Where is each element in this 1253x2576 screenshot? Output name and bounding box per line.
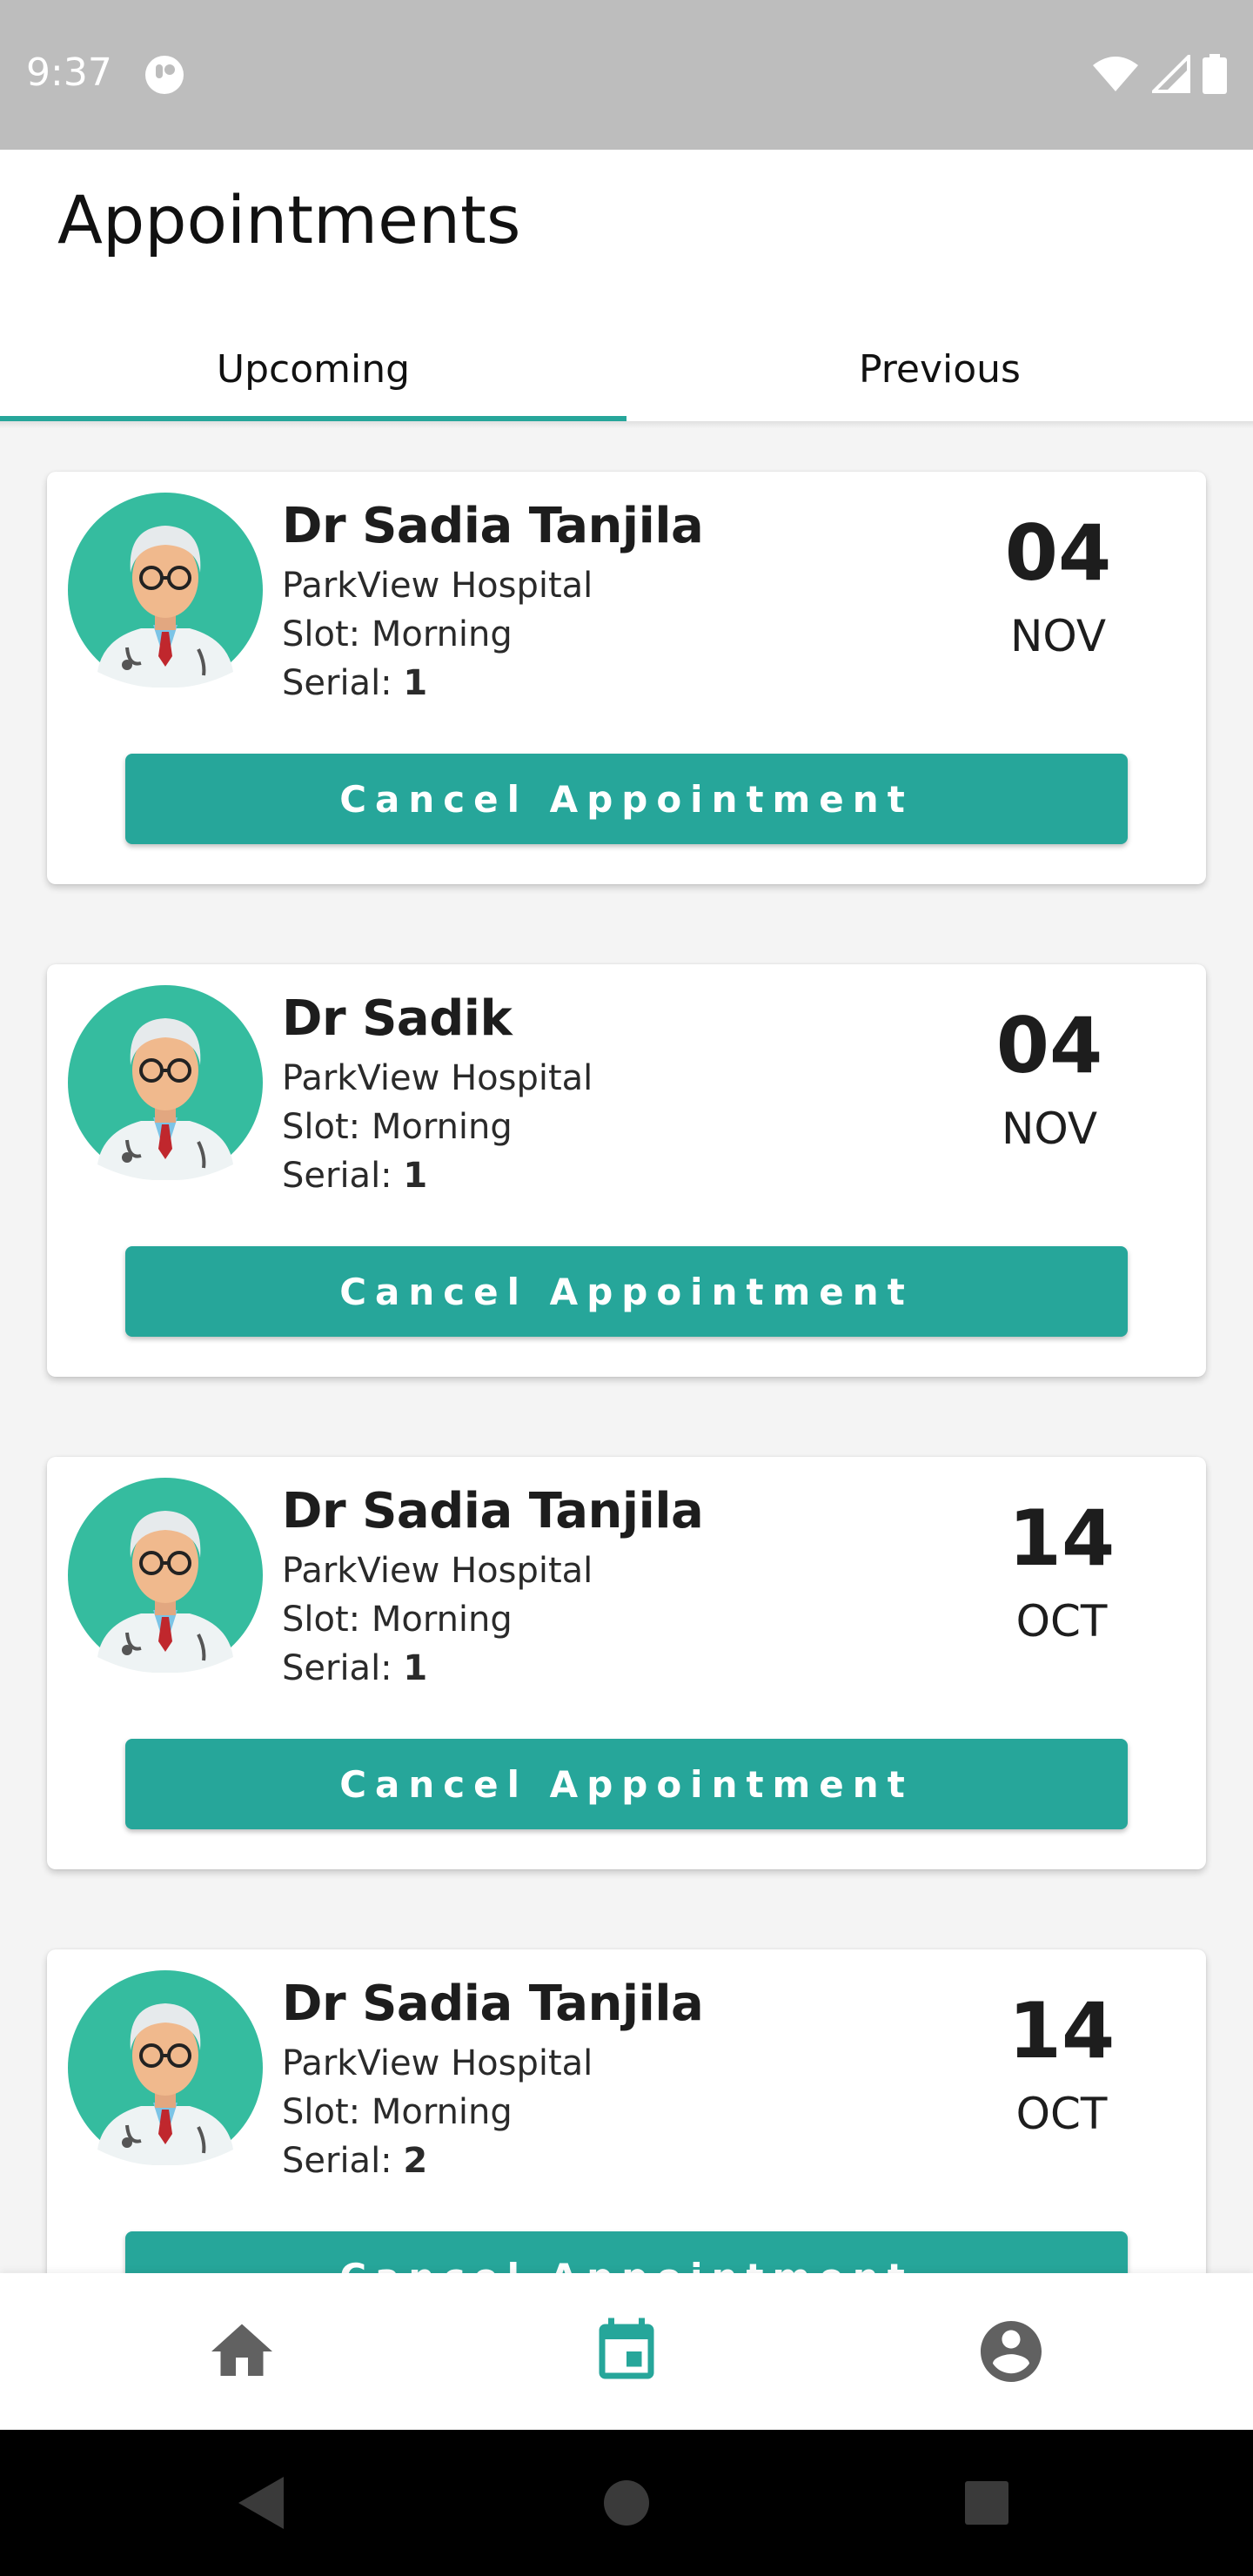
- cancel-appointment-button[interactable]: Cancel Appointment: [125, 1246, 1128, 1337]
- slot-label: Slot: Morning: [282, 614, 513, 654]
- wifi-icon: [1093, 57, 1138, 91]
- tab-upcoming[interactable]: Upcoming: [0, 317, 626, 421]
- home-icon: [211, 2324, 272, 2376]
- doctor-name: Dr Sadia Tanjila: [282, 1976, 704, 2032]
- appointment-list[interactable]: Dr Sadia Tanjila ParkView Hospital Slot:…: [0, 428, 1253, 2273]
- cancel-appointment-button[interactable]: Cancel Appointment: [125, 1739, 1128, 1829]
- appointment-month: NOV: [1009, 611, 1107, 661]
- doctor-avatar-icon: [68, 1970, 263, 2165]
- slot-label: Slot: Morning: [282, 2092, 513, 2132]
- battery-icon: [1203, 54, 1227, 94]
- serial-prefix: Serial:: [282, 663, 404, 703]
- serial-prefix: Serial:: [282, 2141, 404, 2181]
- nav-profile[interactable]: [975, 2315, 1048, 2388]
- slot-label: Slot: Morning: [282, 1107, 513, 1147]
- system-back-button[interactable]: [230, 2472, 292, 2534]
- appointment-card: Dr Sadia Tanjila ParkView Hospital Slot:…: [47, 1457, 1206, 1869]
- appointment-day: 14: [1008, 1986, 1116, 2076]
- serial-number: 1: [403, 1648, 428, 1688]
- appointment-card: Dr Sadia Tanjila ParkView Hospital Slot:…: [47, 472, 1206, 884]
- notification-app-icon: [145, 56, 184, 94]
- system-navigation-bar: [0, 2430, 1253, 2576]
- doctor-avatar-icon: [68, 985, 263, 1180]
- serial-label: Serial: 1: [282, 1648, 427, 1688]
- tab-bar: Upcoming Previous: [0, 317, 1253, 421]
- doctor-name: Dr Sadia Tanjila: [282, 1483, 704, 1540]
- serial-number: 2: [403, 2141, 428, 2181]
- app-bar: Appointments Upcoming Previous: [0, 150, 1253, 421]
- doctor-avatar-icon: [68, 493, 263, 688]
- appointment-month: OCT: [1015, 2089, 1108, 2139]
- status-bar: 9:37: [0, 0, 1253, 150]
- appointment-day: 04: [995, 1001, 1103, 1090]
- serial-number: 1: [403, 1156, 428, 1196]
- hospital-name: ParkView Hospital: [282, 1551, 593, 1591]
- doctor-name: Dr Sadia Tanjila: [282, 498, 704, 554]
- cancel-appointment-button[interactable]: Cancel Appointment: [125, 2231, 1128, 2273]
- appointment-card: Dr Sadik ParkView Hospital Slot: Morning…: [47, 964, 1206, 1377]
- bottom-navigation: [0, 2273, 1253, 2430]
- serial-label: Serial: 1: [282, 1156, 427, 1196]
- home-circle-icon: [604, 2480, 649, 2526]
- appointment-card: Dr Sadia Tanjila ParkView Hospital Slot:…: [47, 1949, 1206, 2273]
- nav-appointments[interactable]: [590, 2315, 663, 2388]
- cell-signal-icon: [1152, 55, 1190, 93]
- appointment-month: OCT: [1015, 1596, 1108, 1647]
- tab-bar-shadow: [0, 421, 1253, 428]
- system-home-button[interactable]: [595, 2472, 658, 2534]
- page-title: Appointments: [57, 181, 521, 258]
- system-recents-button[interactable]: [955, 2472, 1018, 2534]
- cancel-appointment-button[interactable]: Cancel Appointment: [125, 754, 1128, 844]
- recents-square-icon: [965, 2481, 1008, 2525]
- calendar-icon: [599, 2318, 654, 2379]
- hospital-name: ParkView Hospital: [282, 566, 593, 606]
- tab-previous[interactable]: Previous: [626, 317, 1253, 421]
- appointment-month: NOV: [1001, 1104, 1098, 1154]
- appointment-day: 14: [1008, 1493, 1116, 1583]
- serial-number: 1: [403, 663, 428, 703]
- hospital-name: ParkView Hospital: [282, 2043, 593, 2083]
- serial-label: Serial: 1: [282, 663, 427, 703]
- hospital-name: ParkView Hospital: [282, 1058, 593, 1098]
- serial-prefix: Serial:: [282, 1156, 404, 1196]
- nav-home[interactable]: [205, 2315, 278, 2388]
- doctor-name: Dr Sadik: [282, 990, 513, 1047]
- slot-label: Slot: Morning: [282, 1600, 513, 1640]
- serial-prefix: Serial:: [282, 1648, 404, 1688]
- doctor-avatar-icon: [68, 1478, 263, 1673]
- account-icon: [981, 2321, 1042, 2382]
- back-triangle-icon: [238, 2477, 284, 2529]
- appointment-day: 04: [1004, 508, 1112, 598]
- status-time: 9:37: [26, 50, 112, 95]
- serial-label: Serial: 2: [282, 2141, 427, 2181]
